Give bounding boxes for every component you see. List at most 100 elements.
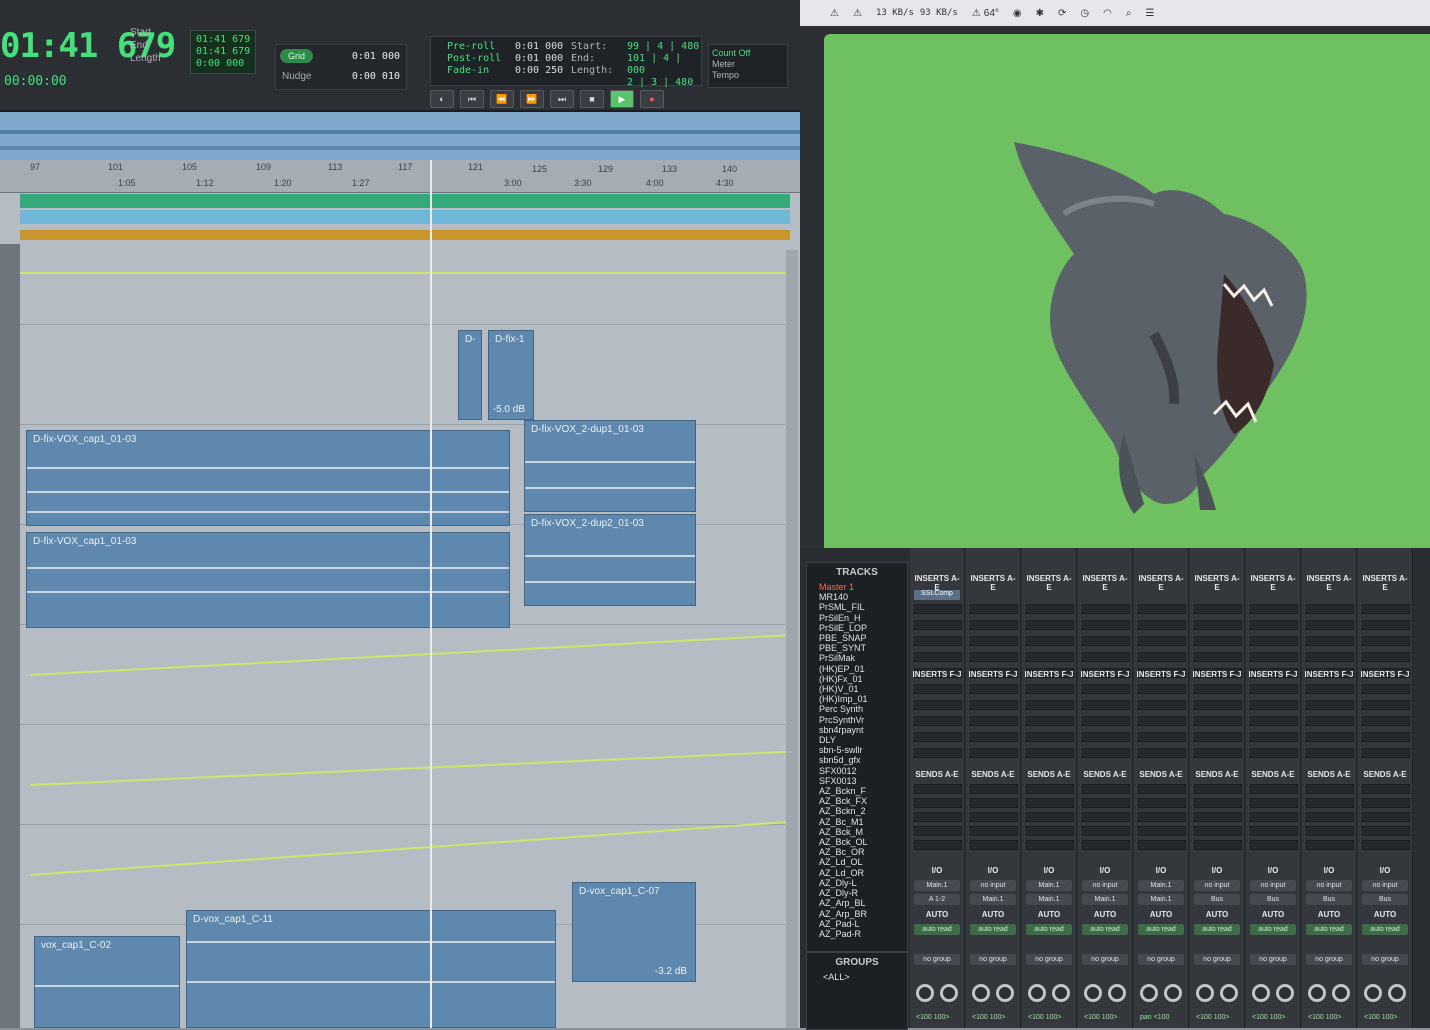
- track-list-item[interactable]: SFX0013: [819, 776, 907, 786]
- preroll-value[interactable]: 0:01 000: [515, 41, 563, 53]
- automation-mode-selector[interactable]: auto read: [1362, 924, 1408, 935]
- pan-knob-left[interactable]: [1084, 984, 1102, 1002]
- insert-slot[interactable]: [1362, 636, 1410, 646]
- insert-slot[interactable]: [914, 620, 962, 630]
- pan-knob-left[interactable]: [972, 984, 990, 1002]
- send-slot[interactable]: [1082, 812, 1130, 822]
- track-list-item[interactable]: AZ_Arp_BR: [819, 909, 907, 919]
- network-icon[interactable]: ⚠: [830, 8, 839, 19]
- insert-slot[interactable]: [1082, 700, 1130, 710]
- insert-slot[interactable]: [1026, 604, 1074, 614]
- group-selector[interactable]: no group: [1306, 954, 1352, 965]
- grid-toggle[interactable]: Grid: [280, 49, 314, 63]
- send-slot[interactable]: [1026, 812, 1074, 822]
- track-list-item[interactable]: PrSilEn_H: [819, 613, 907, 623]
- output-selector[interactable]: Bus: [1362, 894, 1408, 905]
- timeline-ruler[interactable]: 97 101 105 109 113 117 121 125 129 133 1…: [0, 160, 800, 193]
- meter-label[interactable]: Meter: [712, 59, 784, 70]
- send-slot[interactable]: [914, 812, 962, 822]
- insert-slot[interactable]: [1138, 604, 1186, 614]
- marker-track[interactable]: [20, 194, 790, 208]
- fadein-label[interactable]: Fade-in: [447, 65, 501, 77]
- online-button[interactable]: ◐: [430, 90, 454, 108]
- insert-slot[interactable]: [1194, 636, 1242, 646]
- track-list-item[interactable]: AZ_Bc_M1: [819, 817, 907, 827]
- selection-start[interactable]: 01:41 679: [196, 34, 250, 46]
- insert-slot[interactable]: [1362, 684, 1410, 694]
- input-selector[interactable]: Main.1: [1138, 880, 1184, 891]
- send-slot[interactable]: [1362, 826, 1410, 836]
- insert-slot[interactable]: [1138, 732, 1186, 742]
- vertical-scrollbar[interactable]: [786, 250, 798, 1028]
- preroll-label[interactable]: Pre-roll: [447, 41, 501, 53]
- track-list-item[interactable]: (HK)Fx_01: [819, 674, 907, 684]
- input-selector[interactable]: Main.1: [914, 880, 960, 891]
- insert-slot[interactable]: [1362, 748, 1410, 758]
- send-slot[interactable]: [970, 812, 1018, 822]
- selection-end[interactable]: 01:41 679: [196, 46, 250, 58]
- track-list-item[interactable]: AZ_Bck_OL: [819, 837, 907, 847]
- send-slot[interactable]: [1362, 798, 1410, 808]
- track-list-item[interactable]: AZ_Pad-L: [819, 919, 907, 929]
- fadein-value[interactable]: 0:00 250: [515, 65, 563, 77]
- audio-clip[interactable]: D-fix-VOX_cap1_01-03: [26, 430, 510, 526]
- send-slot[interactable]: [1250, 798, 1298, 808]
- insert-slot[interactable]: [1082, 604, 1130, 614]
- track-row[interactable]: [20, 724, 788, 825]
- insert-slot[interactable]: [1250, 620, 1298, 630]
- audio-clip[interactable]: D-vox_cap1_C-11: [186, 910, 556, 1028]
- track-list-item[interactable]: AZ_Dly-L: [819, 878, 907, 888]
- track-list-item[interactable]: AZ_Ld_OL: [819, 857, 907, 867]
- track-list-item[interactable]: (HK)Imp_01: [819, 694, 907, 704]
- automation-mode-selector[interactable]: auto read: [1082, 924, 1128, 935]
- send-slot[interactable]: [970, 840, 1018, 850]
- audio-clip[interactable]: D-fix-VOX_2-dup1_01-03: [524, 420, 696, 512]
- insert-slot[interactable]: [1306, 700, 1354, 710]
- session-overview[interactable]: [0, 112, 800, 160]
- pan-knob-right[interactable]: [940, 984, 958, 1002]
- send-slot[interactable]: [1306, 812, 1354, 822]
- output-selector[interactable]: A 1-2: [914, 894, 960, 905]
- pan-knob-right[interactable]: [996, 984, 1014, 1002]
- insert-slot[interactable]: [914, 636, 962, 646]
- group-selector[interactable]: no group: [1138, 954, 1184, 965]
- insert-plugin[interactable]: SSLComp: [914, 590, 960, 600]
- insert-slot[interactable]: [1082, 684, 1130, 694]
- insert-slot[interactable]: [1194, 684, 1242, 694]
- tempo-label[interactable]: Tempo: [712, 70, 784, 81]
- insert-slot[interactable]: [1194, 652, 1242, 662]
- playhead-cursor[interactable]: [430, 160, 432, 1028]
- play-button[interactable]: ▶: [610, 90, 634, 108]
- insert-slot[interactable]: [1194, 620, 1242, 630]
- track-list-item[interactable]: AZ_Bckn_F: [819, 786, 907, 796]
- track-list-item[interactable]: AZ_Dly-R: [819, 888, 907, 898]
- insert-slot[interactable]: [970, 636, 1018, 646]
- send-slot[interactable]: [1138, 784, 1186, 794]
- insert-slot[interactable]: [970, 604, 1018, 614]
- stop-button[interactable]: ■: [580, 90, 604, 108]
- track-list-item[interactable]: SFX0012: [819, 766, 907, 776]
- clock-icon[interactable]: ◷: [1080, 8, 1089, 19]
- insert-slot[interactable]: [1362, 700, 1410, 710]
- send-slot[interactable]: [1194, 784, 1242, 794]
- insert-slot[interactable]: [1138, 748, 1186, 758]
- automation-mode-selector[interactable]: auto read: [1194, 924, 1240, 935]
- input-selector[interactable]: no input: [1306, 880, 1352, 891]
- track-list-item[interactable]: MR140: [819, 592, 907, 602]
- send-slot[interactable]: [914, 784, 962, 794]
- pan-knob-right[interactable]: [1052, 984, 1070, 1002]
- track-list-item[interactable]: AZ_Pad-R: [819, 929, 907, 939]
- track-list-item[interactable]: Master 1: [819, 582, 907, 592]
- start-value[interactable]: 99 | 4 | 480: [627, 41, 701, 53]
- insert-slot[interactable]: [1250, 652, 1298, 662]
- insert-slot[interactable]: [914, 700, 962, 710]
- warning-icon[interactable]: ⚠: [853, 8, 862, 19]
- insert-slot[interactable]: [970, 684, 1018, 694]
- group-item[interactable]: <ALL>: [807, 972, 907, 982]
- insert-slot[interactable]: [1138, 620, 1186, 630]
- insert-slot[interactable]: [1082, 748, 1130, 758]
- track-list-item[interactable]: Perc Synth: [819, 704, 907, 714]
- track-header-strip[interactable]: [0, 244, 20, 1028]
- automation-mode-selector[interactable]: auto read: [1250, 924, 1296, 935]
- input-selector[interactable]: no input: [1082, 880, 1128, 891]
